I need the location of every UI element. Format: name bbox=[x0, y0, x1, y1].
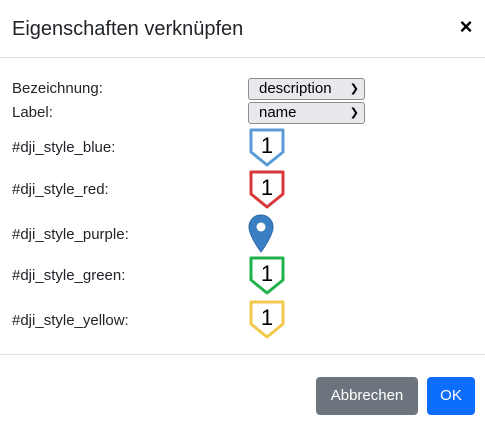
cancel-button[interactable]: Abbrechen bbox=[316, 377, 418, 415]
shield-marker-icon: 1 bbox=[249, 300, 285, 339]
style-row-yellow: #dji_style_yellow: 1 bbox=[12, 300, 472, 340]
style-row-red: #dji_style_red: 1 bbox=[12, 170, 472, 210]
map-pin-icon bbox=[248, 214, 274, 253]
close-icon[interactable]: × bbox=[456, 14, 476, 40]
bezeichnung-select-value: description bbox=[259, 80, 332, 97]
bezeichnung-label: Bezeichnung: bbox=[12, 80, 103, 97]
chevron-down-icon: ❯ bbox=[349, 83, 359, 95]
shield-marker-icon: 1 bbox=[249, 170, 285, 209]
style-name-blue: #dji_style_blue: bbox=[12, 139, 116, 156]
label-select-value: name bbox=[259, 104, 297, 121]
bezeichnung-row: Bezeichnung: description ❯ bbox=[12, 78, 472, 102]
marker-number: 1 bbox=[261, 305, 273, 330]
style-name-red: #dji_style_red: bbox=[12, 181, 109, 198]
chevron-down-icon: ❯ bbox=[349, 107, 359, 119]
shield-marker-icon: 1 bbox=[249, 256, 285, 295]
marker-number: 1 bbox=[261, 133, 273, 158]
ok-button[interactable]: OK bbox=[427, 377, 475, 415]
shield-marker-icon: 1 bbox=[249, 128, 285, 167]
style-row-green: #dji_style_green: 1 bbox=[12, 256, 472, 296]
marker-number: 1 bbox=[261, 175, 273, 200]
bezeichnung-select[interactable]: description ❯ bbox=[248, 78, 365, 100]
style-name-green: #dji_style_green: bbox=[12, 267, 126, 284]
style-row-blue: #dji_style_blue: 1 bbox=[12, 128, 472, 168]
dialog-header: Eigenschaften verknüpfen × bbox=[0, 0, 485, 58]
marker-number: 1 bbox=[261, 261, 273, 286]
dialog-footer: Abbrechen OK bbox=[0, 354, 485, 425]
dialog-title: Eigenschaften verknüpfen bbox=[12, 18, 244, 40]
style-name-yellow: #dji_style_yellow: bbox=[12, 312, 129, 329]
style-row-purple: #dji_style_purple: bbox=[12, 214, 472, 254]
label-select[interactable]: name ❯ bbox=[248, 102, 365, 124]
style-name-purple: #dji_style_purple: bbox=[12, 226, 129, 243]
label-label: Label: bbox=[12, 104, 53, 121]
link-properties-dialog: Eigenschaften verknüpfen × Bezeichnung: … bbox=[0, 0, 485, 425]
label-row: Label: name ❯ bbox=[12, 101, 472, 125]
dialog-body: Bezeichnung: description ❯ Label: name ❯… bbox=[0, 58, 485, 354]
